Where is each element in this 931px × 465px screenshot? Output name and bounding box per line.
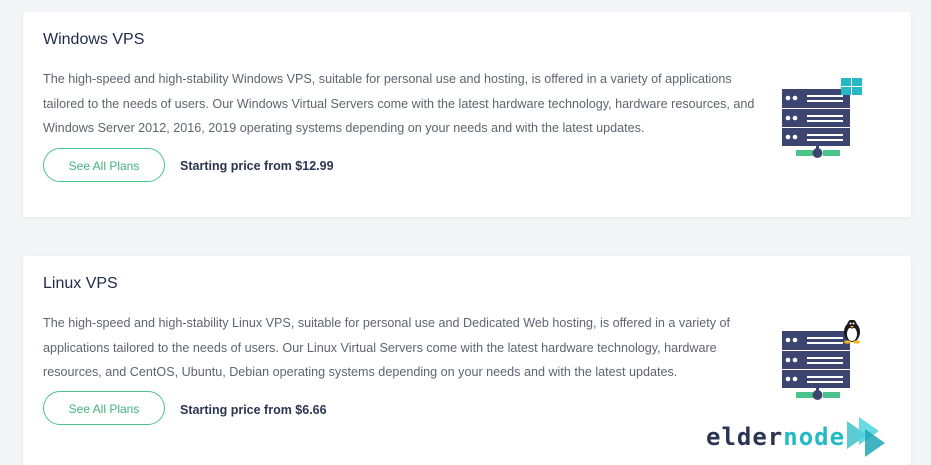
brand-logo-text: eldernode: [706, 423, 846, 451]
card-title: Linux VPS: [43, 275, 118, 292]
card-title: Windows VPS: [43, 31, 145, 48]
card-description: The high-speed and high-stability Window…: [43, 72, 755, 135]
starting-price: Starting price from $12.99: [180, 159, 334, 173]
see-all-plans-button[interactable]: See All Plans: [43, 148, 165, 182]
card-description: The high-speed and high-stability Linux …: [43, 316, 731, 379]
play-arrows-icon: [847, 417, 886, 457]
starting-price: Starting price from $6.66: [180, 403, 327, 417]
see-all-plans-button[interactable]: See All Plans: [43, 391, 165, 425]
linux-server-icon: [782, 320, 860, 400]
eldernode-logo: eldernode: [706, 417, 889, 457]
windows-vps-card: Windows VPS The high-speed and high-stab…: [23, 12, 911, 217]
windows-server-icon: [782, 78, 862, 158]
